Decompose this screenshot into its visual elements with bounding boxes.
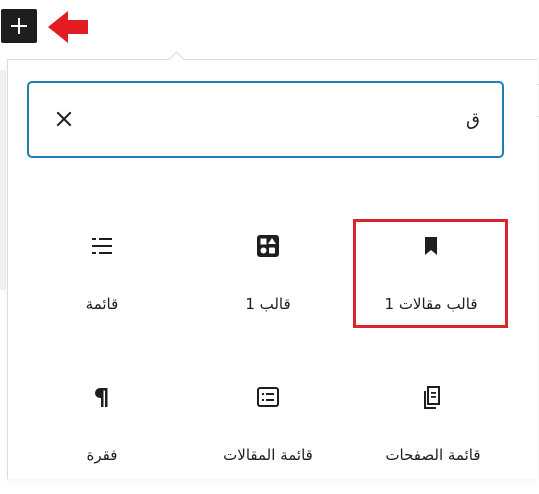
block-item-page-list[interactable]: قائمة الصفحات (358, 384, 508, 494)
block-item-posts-template[interactable]: قالب مقالات 1 (356, 233, 506, 343)
pages-icon (424, 386, 440, 409)
close-icon[interactable] (55, 110, 73, 128)
block-item-label: قائمة الصفحات (385, 446, 481, 464)
editor-side-strip (0, 70, 6, 290)
list-icon (92, 238, 112, 254)
add-block-button[interactable] (1, 9, 37, 43)
paragraph-icon (95, 388, 108, 407)
block-item-paragraph[interactable]: فقرة (27, 384, 177, 494)
block-item-label: فقرة (86, 446, 118, 464)
search-value[interactable]: ق (466, 109, 480, 130)
post-list-icon (257, 387, 279, 407)
block-item-label: قائمة المقالات (223, 446, 313, 464)
block-item-post-list[interactable]: قائمة المقالات (193, 384, 343, 494)
block-item-label: قالب مقالات 1 (384, 295, 478, 313)
block-item-list[interactable]: قائمة (27, 233, 177, 343)
shapes-pattern-icon (257, 235, 279, 257)
block-item-label: قائمة (85, 295, 119, 313)
red-arrow-annotation-icon (48, 11, 88, 43)
block-search-input[interactable]: ق (27, 81, 504, 158)
bookmark-icon (425, 237, 437, 255)
block-item-label: قالب 1 (245, 295, 291, 313)
block-item-template[interactable]: قالب 1 (193, 233, 343, 343)
